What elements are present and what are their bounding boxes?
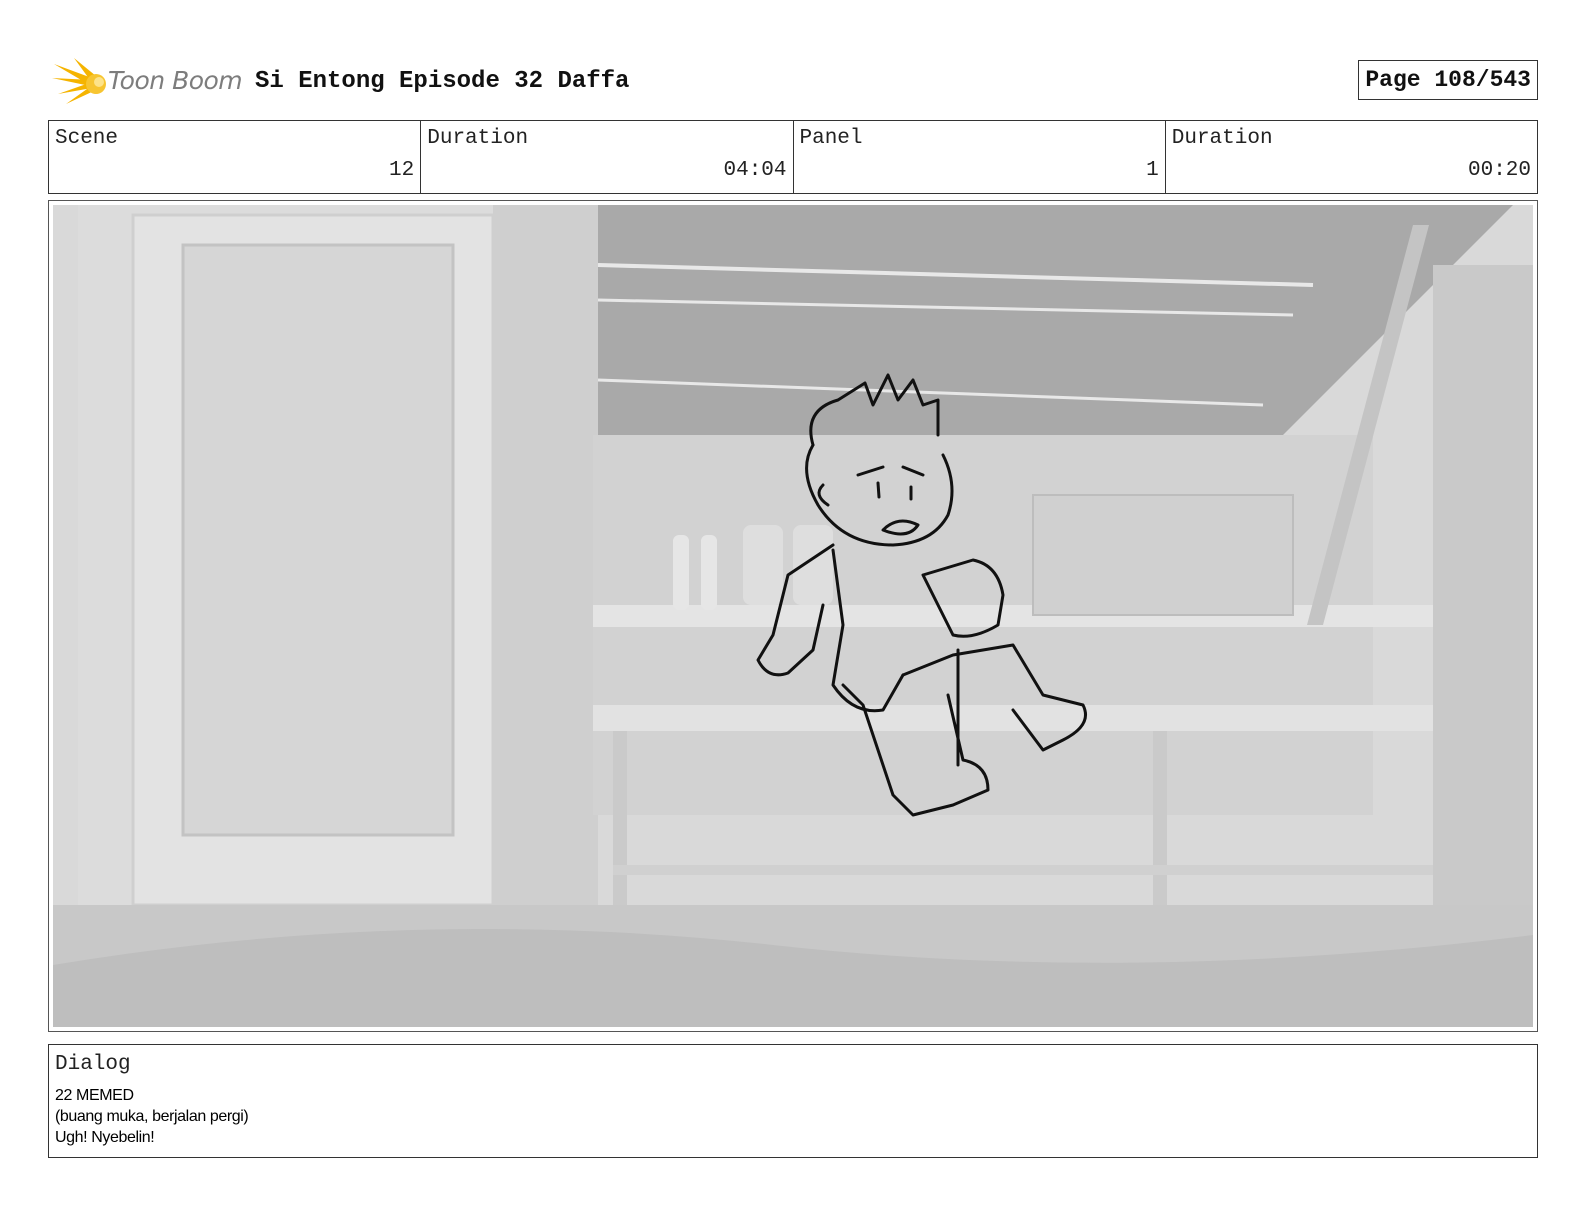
scene-duration-cell: Duration 04:04 — [421, 121, 794, 193]
scene-label: Scene — [55, 127, 119, 150]
toon-boom-logo: Toon Boom — [52, 56, 243, 108]
storyboard-header: Toon Boom Si Entong Episode 32 Daffa Pag… — [48, 52, 1538, 108]
panel-label: Panel — [799, 127, 863, 150]
panel-cell: Panel 1 — [794, 121, 1166, 193]
scene-info-table: Scene 12 Duration 04:04 Panel 1 Duration… — [48, 120, 1538, 194]
starburst-icon — [52, 58, 106, 104]
panel-frame — [48, 200, 1538, 1032]
scene-duration-label: Duration — [427, 127, 529, 150]
dialog-label: Dialog — [55, 1053, 131, 1076]
panel-duration-label: Duration — [1171, 127, 1273, 150]
dialog-box: Dialog 22 MEMED (buang muka, berjalan pe… — [48, 1044, 1538, 1158]
scene-value: 12 — [389, 159, 415, 182]
storyboard-panel-image — [53, 205, 1533, 1027]
logo-text: Toon Boom — [108, 66, 243, 95]
dialog-line-character: 22 MEMED — [55, 1087, 134, 1104]
dialog-line-speech: Ugh! Nyebelin! — [55, 1129, 155, 1146]
panel-value: 1 — [1146, 159, 1159, 182]
project-title: Si Entong Episode 32 Daffa — [255, 68, 630, 95]
panel-duration-value: 00:20 — [1467, 159, 1531, 182]
panel-duration-cell: Duration 00:20 — [1166, 121, 1537, 193]
dialog-line-direction: (buang muka, berjalan pergi) — [55, 1108, 249, 1125]
scene-duration-value: 04:04 — [723, 159, 787, 182]
dialog-text: 22 MEMED (buang muka, berjalan pergi) Ug… — [55, 1085, 249, 1148]
scene-cell: Scene 12 — [49, 121, 422, 193]
scene-illustration — [53, 205, 1533, 1027]
page-indicator: Page 108/543 — [1358, 60, 1538, 100]
